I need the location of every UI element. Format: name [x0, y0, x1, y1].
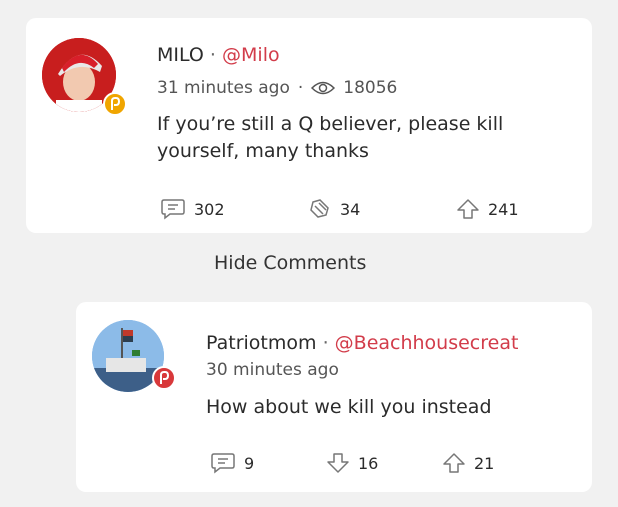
post-echoes-count: 34 [340, 199, 361, 219]
eye-icon [311, 80, 336, 96]
comment-downvotes-count: 16 [358, 453, 379, 473]
comment-icon [210, 452, 236, 474]
parler-badge-icon [103, 92, 127, 116]
comment-upvotes-count: 21 [474, 453, 495, 473]
comment-text: How about we kill you instead [206, 396, 492, 418]
comment-author-handle[interactable]: @Beachhousecreat [335, 332, 519, 354]
post-card: MILO · @Milo 31 minutes ago · 18056 If y… [26, 18, 592, 233]
upvote-icon [442, 452, 466, 474]
post-author-name[interactable]: MILO [157, 44, 204, 66]
comment-author-line: Patriotmom · @Beachhousecreat [206, 332, 518, 354]
post-upvotes-count: 241 [488, 199, 519, 219]
comment-downvote-button[interactable]: 16 [326, 452, 378, 474]
meta-separator: · [297, 78, 304, 98]
comment-upvote-button[interactable]: 21 [442, 452, 494, 474]
comment-meta: 30 minutes ago [206, 360, 339, 380]
comment-card: Patriotmom · @Beachhousecreat 30 minutes… [76, 302, 592, 492]
hide-comments-button[interactable]: Hide Comments [214, 252, 366, 274]
upvote-icon [456, 198, 480, 220]
echo-icon [308, 198, 332, 220]
comment-author-name[interactable]: Patriotmom [206, 332, 317, 354]
post-author-line: MILO · @Milo [157, 44, 280, 66]
comment-reply-button[interactable]: 9 [210, 452, 254, 474]
downvote-icon [326, 452, 350, 474]
post-timestamp: 31 minutes ago [157, 78, 290, 98]
name-separator: · [322, 332, 329, 354]
post-meta: 31 minutes ago · 18056 [157, 78, 397, 98]
comment-replies-count: 9 [244, 453, 255, 473]
post-comment-button[interactable]: 302 [160, 198, 225, 220]
name-separator: · [209, 44, 216, 66]
parler-badge-icon [152, 366, 176, 390]
comment-timestamp: 30 minutes ago [206, 360, 339, 380]
post-author-handle[interactable]: @Milo [222, 44, 280, 66]
post-views-count: 18056 [343, 78, 398, 98]
post-echo-button[interactable]: 34 [308, 198, 360, 220]
post-upvote-button[interactable]: 241 [456, 198, 519, 220]
post-text: If you’re still a Q believer, please kil… [157, 113, 504, 162]
comment-icon [160, 198, 186, 220]
post-comments-count: 302 [194, 199, 225, 219]
